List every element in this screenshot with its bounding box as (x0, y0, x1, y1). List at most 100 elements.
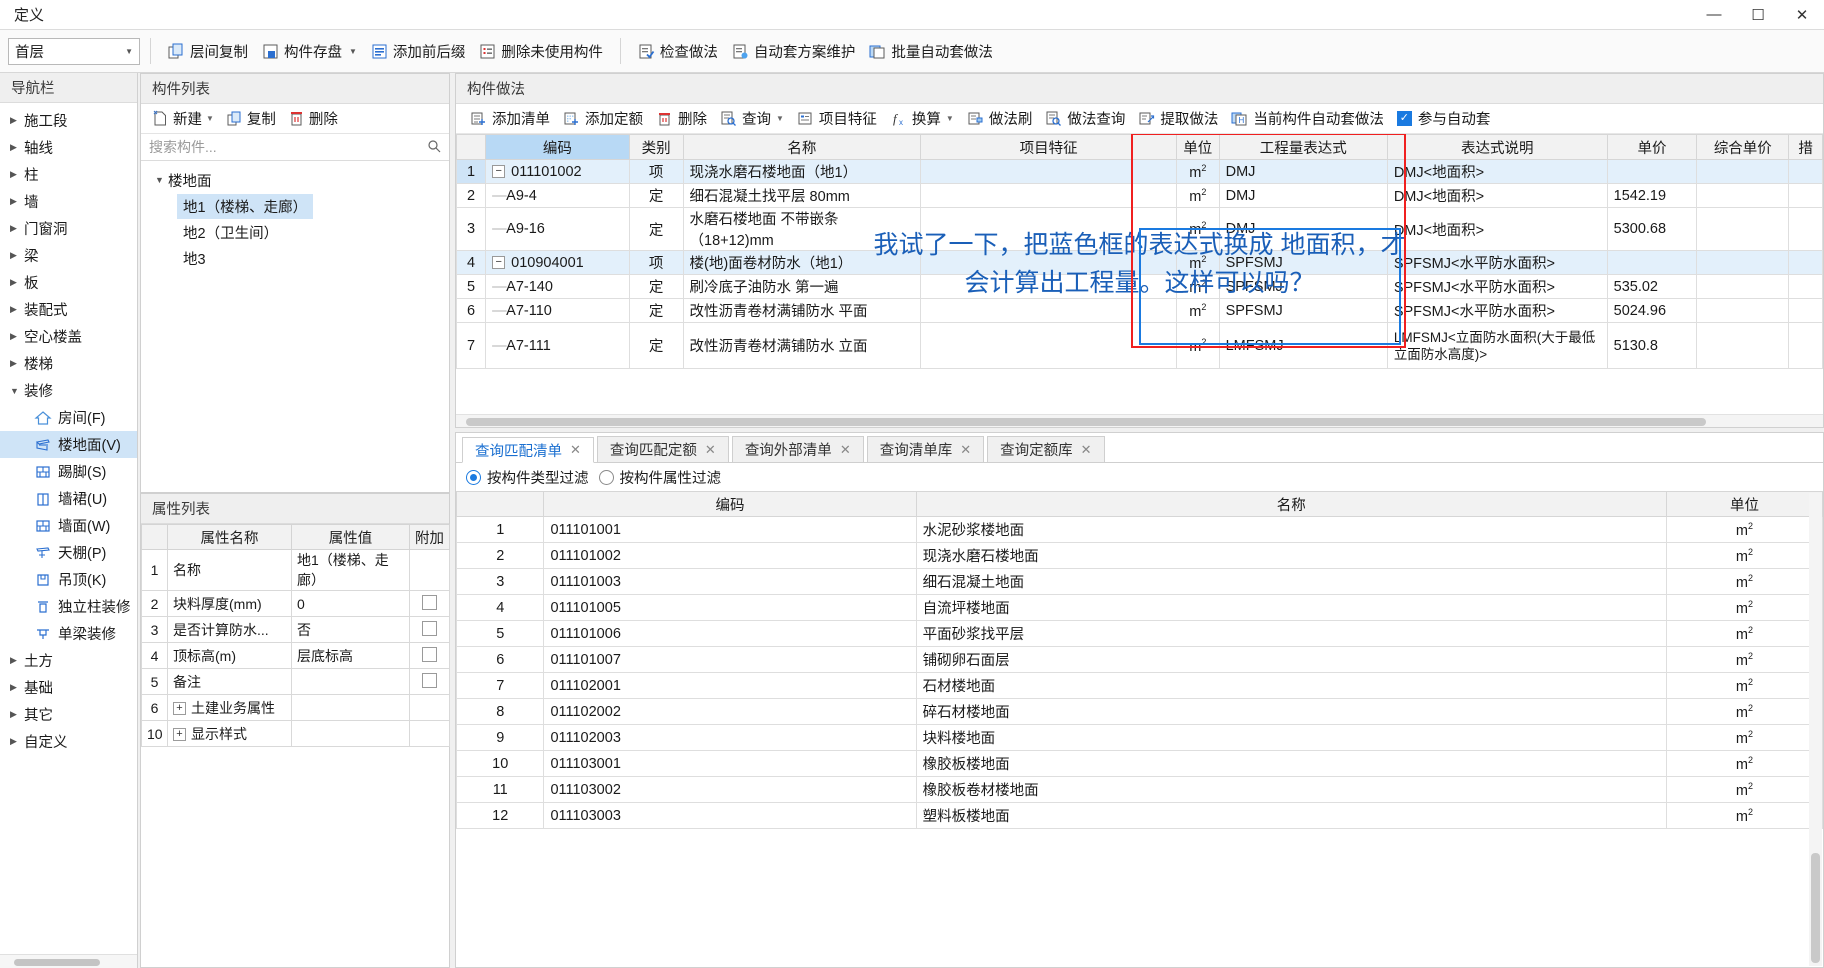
table-row[interactable]: 6 011101007 铺砌卵石面层 m2 (455, 646, 1824, 673)
property-value[interactable]: 否 (291, 616, 410, 643)
method-col-price[interactable]: 单价 (1606, 134, 1698, 160)
method-col-feature[interactable]: 项目特征 (920, 134, 1177, 160)
scrollbar-thumb[interactable] (14, 959, 100, 966)
nav-item-diaoding[interactable]: 吊顶(K) (0, 566, 137, 593)
component-search-input[interactable]: 搜索构件... (141, 134, 449, 161)
nav-item-tufang[interactable]: ▶ 土方 (0, 647, 137, 674)
method-col-code[interactable]: 编码 (485, 134, 630, 160)
maximize-button[interactable]: ☐ (1736, 0, 1780, 30)
method-col-name[interactable]: 名称 (682, 134, 922, 160)
table-row[interactable]: 10 + 显示样式 (141, 720, 450, 747)
query-col-unit[interactable]: 单位 (1665, 491, 1824, 517)
query-col-code[interactable]: 编码 (543, 491, 917, 517)
nav-item-qita[interactable]: ▶ 其它 (0, 701, 137, 728)
table-row[interactable]: 3 011101003 细石混凝土地面 m2 (455, 568, 1824, 595)
tab-query-list-library[interactable]: 查询清单库 ✕ (866, 436, 985, 462)
property-value[interactable]: 层底标高 (291, 642, 410, 669)
nav-item-zhouxian[interactable]: ▶ 轴线 (0, 134, 137, 161)
attach-checkbox[interactable] (422, 672, 437, 688)
method-brush-button[interactable]: 做法刷 (961, 106, 1039, 131)
method-horizontal-scrollbar[interactable] (456, 414, 1823, 427)
table-row[interactable]: 6 —A7-110 定 改性沥青卷材满铺防水 平面 m2 SPFSMJ SPFS… (456, 298, 1823, 323)
project-feature-button[interactable]: 项目特征 (791, 106, 883, 131)
nav-item-dulizhuzhuangxiu[interactable]: 独立柱装修 (0, 593, 137, 620)
nav-item-qiangmian[interactable]: 墙面(W) (0, 512, 137, 539)
close-icon[interactable]: ✕ (570, 442, 581, 458)
collapse-icon[interactable]: − (492, 165, 506, 179)
method-expression[interactable]: DMJ (1218, 183, 1388, 208)
scrollbar-thumb[interactable] (1811, 853, 1820, 963)
nav-item-qiang[interactable]: ▶ 墙 (0, 188, 137, 215)
method-col-expression[interactable]: 工程量表达式 (1218, 134, 1388, 160)
property-value[interactable] (291, 694, 410, 721)
method-code[interactable]: −011101002 (485, 159, 630, 184)
method-query-button[interactable]: 做法查询 (1039, 106, 1131, 131)
check-icon[interactable]: ✓ (1396, 111, 1412, 126)
component-item-di3[interactable]: 地3 (141, 245, 449, 271)
component-item-di1[interactable]: 地1（楼梯、走廊） (141, 193, 449, 219)
method-col-expression-desc[interactable]: 表达式说明 (1386, 134, 1608, 160)
method-feature[interactable] (920, 322, 1177, 369)
nav-item-jichu[interactable]: ▶ 基础 (0, 674, 137, 701)
close-icon[interactable]: ✕ (960, 442, 971, 458)
auto-scheme-button[interactable]: 自动套方案维护 (725, 36, 863, 66)
tab-query-matched-quota[interactable]: 查询匹配定额 ✕ (596, 436, 729, 462)
table-row[interactable]: 2 —A9-4 定 细石混凝土找平层 80mm m2 DMJ DMJ<地面积> … (456, 183, 1823, 208)
extract-method-button[interactable]: 提取做法 (1132, 106, 1224, 131)
nav-item-zidingyi[interactable]: ▶ 自定义 (0, 728, 137, 755)
table-row[interactable]: 7 —A7-111 定 改性沥青卷材满铺防水 立面 m2 LMFSMJ LMFS… (456, 322, 1823, 369)
method-code[interactable]: —A9-4 (485, 183, 630, 208)
close-icon[interactable]: ✕ (840, 442, 851, 458)
expand-icon[interactable]: + (173, 728, 186, 742)
nav-item-menchuangdong[interactable]: ▶ 门窗洞 (0, 215, 137, 242)
method-feature[interactable] (920, 183, 1177, 208)
property-attach[interactable] (409, 590, 450, 617)
method-code[interactable]: —A7-111 (485, 322, 630, 369)
method-expression[interactable]: SPFSMJ (1218, 298, 1388, 323)
add-quota-button[interactable]: 添加定额 (557, 106, 649, 131)
component-item-di2[interactable]: 地2（卫生间） (141, 219, 449, 245)
delete-method-button[interactable]: 删除 (650, 106, 713, 131)
method-col-unit[interactable]: 单位 (1175, 134, 1220, 160)
table-row[interactable]: 8 011102002 碎石材楼地面 m2 (455, 698, 1824, 725)
query-vertical-scrollbar[interactable] (1809, 493, 1822, 966)
delete-unused-button[interactable]: 删除未使用构件 (472, 36, 610, 66)
expand-icon[interactable]: + (173, 702, 186, 716)
participate-auto-checkbox-group[interactable]: ✓ 参与自动套 (1391, 108, 1497, 129)
filter-by-component-type[interactable]: 按构件类型过滤 (466, 467, 589, 488)
add-list-button[interactable]: 添加清单 (464, 106, 556, 131)
add-affix-button[interactable]: 添加前后缀 (364, 36, 473, 66)
nav-item-zhuangxiu[interactable]: ▼ 装修 (0, 377, 137, 404)
tab-query-matched-list[interactable]: 查询匹配清单 ✕ (462, 437, 594, 463)
table-row[interactable]: 2 011101002 现浇水磨石楼地面 m2 (455, 542, 1824, 569)
nav-item-loudimian[interactable]: 楼地面(V) (0, 431, 137, 458)
property-value[interactable]: 地1（楼梯、走廊） (291, 549, 410, 591)
table-row[interactable]: 2 块料厚度(mm) 0 (141, 590, 450, 617)
nav-item-zhuangpeishi[interactable]: ▶ 装配式 (0, 296, 137, 323)
method-feature[interactable] (920, 298, 1177, 323)
table-row[interactable]: 1 名称 地1（楼梯、走廊） (141, 549, 450, 591)
table-row[interactable]: 3 是否计算防水... 否 (141, 616, 450, 643)
property-value[interactable]: 0 (291, 590, 410, 617)
method-col-measure[interactable]: 措 (1788, 134, 1823, 160)
method-expression[interactable]: LMFSMJ (1218, 322, 1388, 369)
property-attach[interactable] (409, 616, 450, 643)
attach-checkbox[interactable] (422, 620, 437, 636)
nav-item-tijiao[interactable]: 踢脚(S) (0, 458, 137, 485)
convert-button[interactable]: fx 换算 ▼ (884, 106, 960, 131)
table-row[interactable]: 4 011101005 自流坪楼地面 m2 (455, 594, 1824, 621)
query-col-name[interactable]: 名称 (915, 491, 1667, 517)
nav-item-tianpeng[interactable]: 天棚(P) (0, 539, 137, 566)
nav-item-fangjian[interactable]: 房间(F) (0, 404, 137, 431)
property-attach[interactable] (409, 668, 450, 695)
property-name[interactable]: + 土建业务属性 (167, 694, 292, 721)
nav-item-danliangzhuangxiu[interactable]: 单梁装修 (0, 620, 137, 647)
table-row[interactable]: 7 011102001 石材楼地面 m2 (455, 672, 1824, 699)
nav-horizontal-scrollbar[interactable] (0, 954, 137, 968)
method-feature[interactable] (920, 159, 1177, 184)
nav-item-shigongduan[interactable]: ▶ 施工段 (0, 107, 137, 134)
nav-item-liang[interactable]: ▶ 梁 (0, 242, 137, 269)
tab-query-external-list[interactable]: 查询外部清单 ✕ (731, 436, 864, 462)
nav-item-louti[interactable]: ▶ 楼梯 (0, 350, 137, 377)
nav-item-ban[interactable]: ▶ 板 (0, 269, 137, 296)
